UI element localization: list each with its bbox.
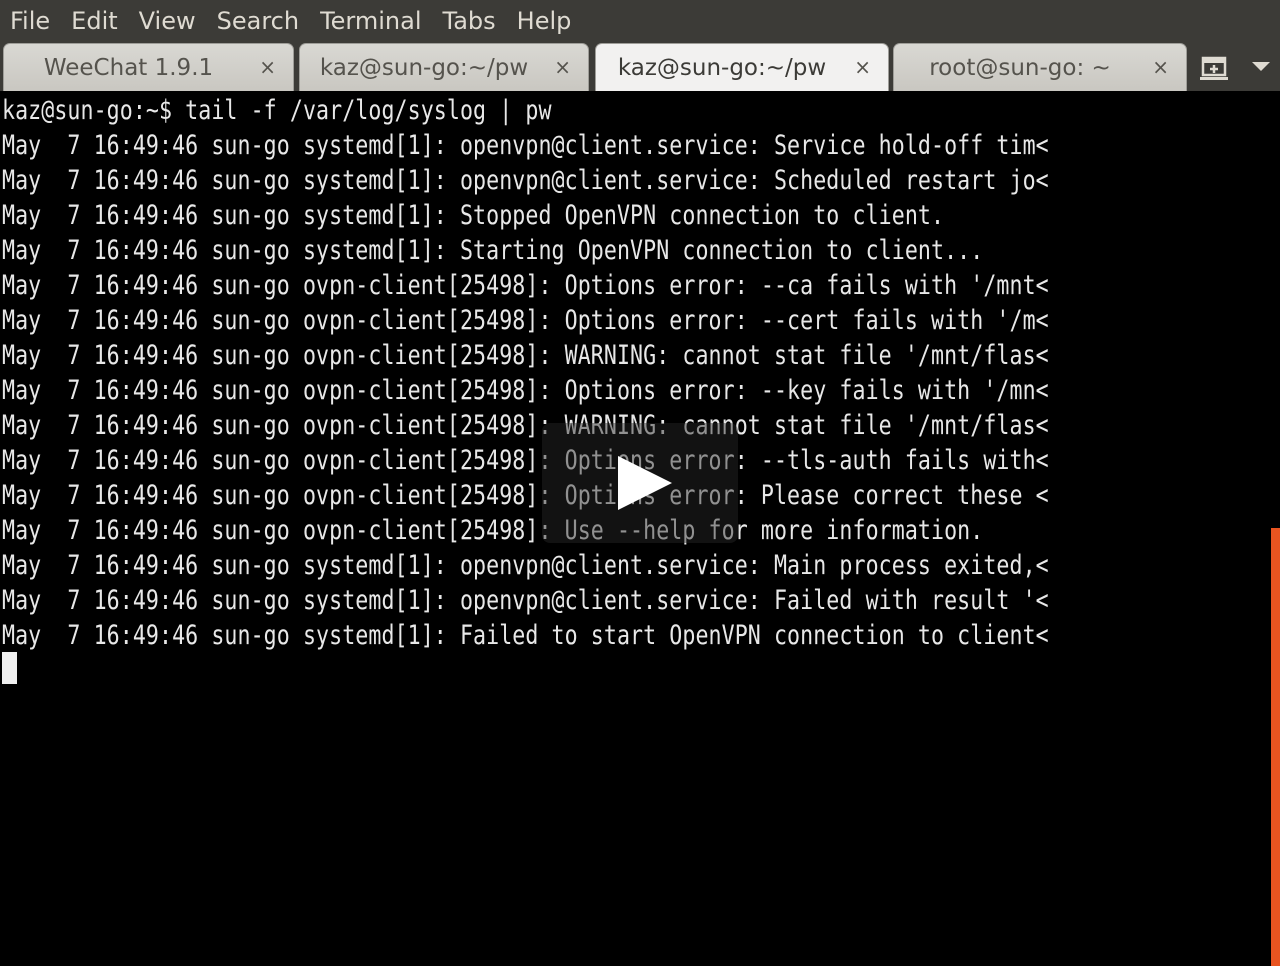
tab-close-icon[interactable]: × xyxy=(259,55,276,79)
play-icon xyxy=(618,456,672,510)
scrollbar-thumb[interactable] xyxy=(1271,528,1280,966)
video-play-button[interactable] xyxy=(542,423,738,543)
terminal-line: May 7 16:49:46 sun-go systemd[1]: openvp… xyxy=(2,130,1049,161)
terminal-line: May 7 16:49:46 sun-go systemd[1]: openvp… xyxy=(2,585,1049,616)
tab-close-icon[interactable]: × xyxy=(554,55,571,79)
terminal-line: May 7 16:49:46 sun-go systemd[1]: openvp… xyxy=(2,550,1049,581)
tab-weechat[interactable]: WeeChat 1.9.1 × xyxy=(3,43,294,91)
menu-edit[interactable]: Edit xyxy=(71,0,117,43)
tab-kaz-pw-1[interactable]: kaz@sun-go:~/pw × xyxy=(299,43,589,91)
tab-bar: WeeChat 1.9.1 × kaz@sun-go:~/pw × kaz@su… xyxy=(0,43,1280,91)
tab-label: WeeChat 1.9.1 xyxy=(43,55,214,81)
tab-close-icon[interactable]: × xyxy=(1152,55,1169,79)
menu-help[interactable]: Help xyxy=(517,0,572,43)
new-tab-icon[interactable] xyxy=(1199,52,1231,86)
menu-tabs[interactable]: Tabs xyxy=(443,0,496,43)
tab-close-icon[interactable]: × xyxy=(854,55,871,79)
terminal-line: May 7 16:49:46 sun-go ovpn-client[25498]… xyxy=(2,410,1049,441)
terminal-line: May 7 16:49:46 sun-go ovpn-client[25498]… xyxy=(2,305,1049,336)
terminal-line: kaz@sun-go:~$ tail -f /var/log/syslog | … xyxy=(2,95,552,126)
tab-kaz-pw-2[interactable]: kaz@sun-go:~/pw × xyxy=(595,43,889,91)
menu-view[interactable]: View xyxy=(139,0,196,43)
terminal-line: May 7 16:49:46 sun-go ovpn-client[25498]… xyxy=(2,480,1049,511)
terminal-line: May 7 16:49:46 sun-go ovpn-client[25498]… xyxy=(2,515,984,546)
tab-label: kaz@sun-go:~/pw xyxy=(617,55,827,81)
terminal-line: May 7 16:49:46 sun-go ovpn-client[25498]… xyxy=(2,445,1049,476)
chevron-down-icon[interactable] xyxy=(1250,59,1272,78)
menu-search[interactable]: Search xyxy=(217,0,299,43)
terminal-line: May 7 16:49:46 sun-go systemd[1]: Failed… xyxy=(2,620,1049,651)
menu-bar: File Edit View Search Terminal Tabs Help xyxy=(0,0,1280,43)
tab-label: kaz@sun-go:~/pw xyxy=(319,55,529,81)
terminal-line: May 7 16:49:46 sun-go ovpn-client[25498]… xyxy=(2,270,1049,301)
terminal-line: May 7 16:49:46 sun-go ovpn-client[25498]… xyxy=(2,340,1049,371)
menu-terminal[interactable]: Terminal xyxy=(320,0,421,43)
terminal-cursor xyxy=(2,652,17,684)
tab-root[interactable]: root@sun-go: ~ × xyxy=(893,43,1187,91)
terminal-line: May 7 16:49:46 sun-go systemd[1]: Stoppe… xyxy=(2,200,945,231)
terminal-line: May 7 16:49:46 sun-go systemd[1]: Starti… xyxy=(2,235,984,266)
terminal-line: May 7 16:49:46 sun-go ovpn-client[25498]… xyxy=(2,375,1049,406)
tab-label: root@sun-go: ~ xyxy=(929,55,1111,81)
menu-file[interactable]: File xyxy=(10,0,50,43)
terminal-line: May 7 16:49:46 sun-go systemd[1]: openvp… xyxy=(2,165,1049,196)
